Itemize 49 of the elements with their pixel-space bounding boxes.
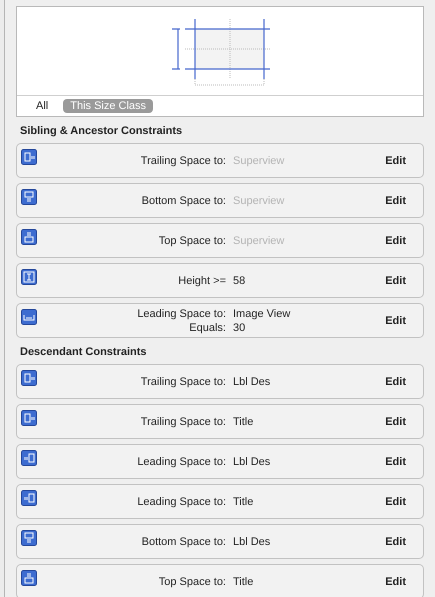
constraint-label: Equals: <box>188 322 226 334</box>
constraint-label: Trailing Space to: <box>140 154 226 166</box>
constraint-label: Leading Space to: <box>136 308 226 320</box>
constraint-target: Superview <box>233 234 284 246</box>
edit-button[interactable]: Edit <box>385 376 406 388</box>
trailing-space-icon <box>21 149 37 165</box>
constraint-label: Bottom Space to: <box>140 194 226 206</box>
edit-button[interactable]: Edit <box>385 536 406 548</box>
top-space-icon <box>21 570 37 586</box>
edit-button[interactable]: Edit <box>385 154 406 166</box>
bottom-space-icon <box>21 530 37 546</box>
trailing-space-icon <box>21 410 37 426</box>
constraint-target: Superview <box>233 194 284 206</box>
constraint-target: Title <box>233 496 254 508</box>
edit-button[interactable]: Edit <box>385 194 406 206</box>
constraint-label: Top Space to: <box>158 234 226 246</box>
constraint-label: Height >= <box>177 274 226 286</box>
constraint-target: 58 <box>233 274 246 286</box>
height-icon <box>21 269 37 285</box>
edit-button[interactable]: Edit <box>385 456 406 468</box>
constraint-label: Top Space to: <box>158 576 226 588</box>
constraint-target: Image View <box>233 308 290 320</box>
trailing-space-icon <box>21 370 37 386</box>
constraint-label: Trailing Space to: <box>140 376 226 388</box>
constraint-label: Leading Space to: <box>136 456 226 468</box>
filter-tab[interactable]: All <box>29 99 56 113</box>
section-title: Descendant Constraints <box>20 346 148 359</box>
constraint-target: Superview <box>233 154 284 166</box>
edit-button[interactable]: Edit <box>385 496 406 508</box>
constraint-target: Title <box>233 576 254 588</box>
constraint-label: Bottom Space to: <box>140 536 226 548</box>
edit-button[interactable]: Edit <box>385 274 406 286</box>
leading-space-icon <box>21 490 37 506</box>
constraint-label: Leading Space to: <box>136 496 226 508</box>
edit-button[interactable]: Edit <box>385 314 406 326</box>
leading-space-icon <box>21 309 37 325</box>
edit-button[interactable]: Edit <box>385 576 406 588</box>
top-space-icon <box>21 229 37 245</box>
constraint-target: Lbl Des <box>233 456 270 468</box>
bottom-space-icon <box>21 189 37 205</box>
leading-space-icon <box>21 450 37 466</box>
constraint-target: 30 <box>233 322 246 334</box>
constraint-target: Title <box>233 416 254 428</box>
section-title: Sibling & Ancestor Constraints <box>20 125 184 138</box>
edit-button[interactable]: Edit <box>385 234 406 246</box>
constraint-target: Lbl Des <box>233 536 270 548</box>
edit-button[interactable]: Edit <box>385 416 406 428</box>
constraint-label: Trailing Space to: <box>140 416 226 428</box>
constraint-target: Lbl Des <box>233 376 270 388</box>
